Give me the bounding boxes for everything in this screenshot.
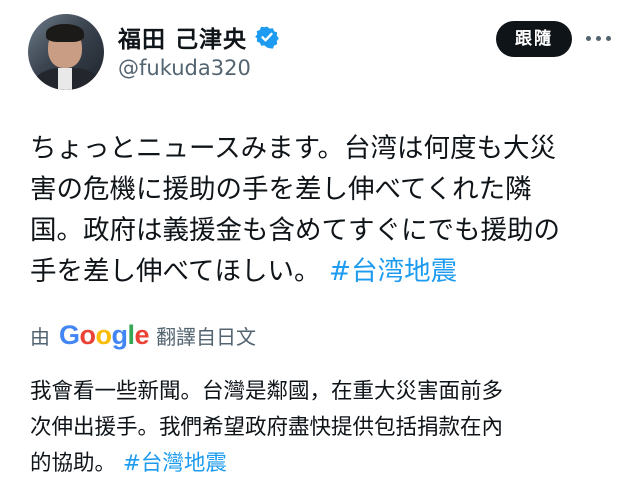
post-line: 手を差し伸べてほしい。 bbox=[30, 256, 321, 287]
translation-source-label: 翻譯自日文 bbox=[156, 325, 257, 349]
avatar[interactable] bbox=[28, 14, 104, 90]
translated-text: 我會看一些新聞。台灣是鄰國，在重大災害面前多 次伸出援手。我們希望政府盡快提供包… bbox=[30, 374, 610, 482]
translation-prefix: 由 bbox=[30, 325, 50, 349]
post-line-last: 手を差し伸べてほしい。 #台湾地震 bbox=[30, 251, 610, 292]
more-dot bbox=[596, 36, 601, 41]
verified-badge-icon bbox=[255, 26, 279, 49]
follow-button[interactable]: 跟隨 bbox=[496, 21, 572, 57]
avatar-shirt-shape bbox=[58, 68, 72, 90]
avatar-hair-shape bbox=[46, 24, 84, 42]
translated-line-last: 的協助。 #台灣地震 bbox=[30, 446, 610, 482]
post-line: 国。政府は義援金も含めてすぐにでも援助の bbox=[30, 215, 560, 246]
more-dot bbox=[586, 36, 591, 41]
translation-attribution: 由 Google 翻譯自日文 bbox=[30, 320, 256, 351]
translated-line: 我會看一些新聞。台灣是鄰國，在重大災害面前多 bbox=[30, 379, 504, 404]
author-name-row: 福田 己津央 bbox=[118, 20, 279, 54]
translated-line: 的協助。 bbox=[30, 451, 117, 476]
more-horizontal-icon[interactable] bbox=[586, 36, 611, 41]
translated-hashtag-link[interactable]: #台灣地震 bbox=[123, 451, 227, 476]
post-hashtag-link[interactable]: #台湾地震 bbox=[329, 256, 457, 287]
post-line: ちょっとニュースみます。台湾は何度も大災 bbox=[30, 133, 557, 164]
display-name[interactable]: 福田 己津央 bbox=[118, 20, 247, 54]
google-logo: Google bbox=[59, 320, 150, 350]
translated-line: 次伸出援手。我們希望政府盡快提供包括捐款在內 bbox=[30, 415, 504, 440]
user-handle[interactable]: @fukuda320 bbox=[118, 56, 251, 80]
post-text: ちょっとニュースみます。台湾は何度も大災 害の危機に援助の手を差し伸べてくれた隣… bbox=[30, 128, 610, 292]
post-line: 害の危機に援助の手を差し伸べてくれた隣 bbox=[30, 174, 532, 205]
more-dot bbox=[606, 36, 611, 41]
